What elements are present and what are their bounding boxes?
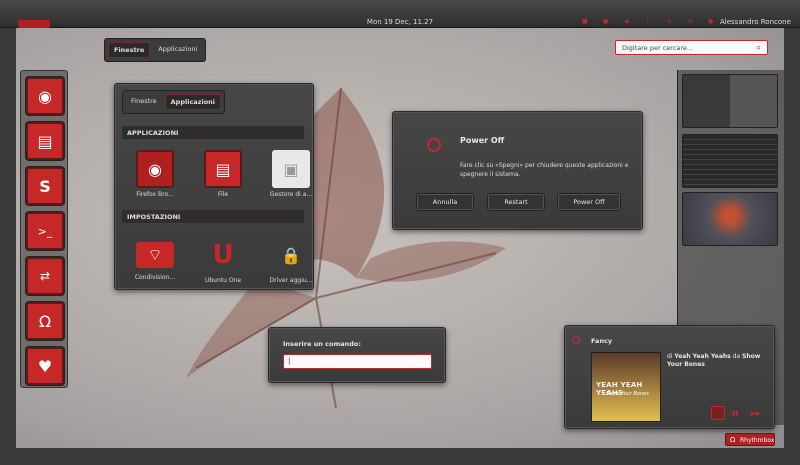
messaging-icon[interactable]: ✉ [688, 18, 693, 25]
panel-tabs: Finestre Applicazioni [122, 90, 226, 114]
app-label: Gestore di a... [269, 191, 313, 198]
files-icon: ▤ [204, 150, 242, 188]
accessibility-icon[interactable]: ♿ [667, 18, 672, 25]
clock[interactable]: Mon 19 Dec, 11.27 [340, 18, 460, 26]
next-button[interactable]: ▶▶ [751, 410, 760, 417]
headphones-icon: Ω [730, 436, 736, 444]
power-off-button[interactable]: Power Off [557, 193, 621, 211]
headphones-icon: Ω [572, 334, 581, 347]
tab-applications[interactable]: Applicazioni [153, 42, 202, 58]
package-icon: ▣ [272, 150, 310, 188]
twitter-icon[interactable]: ♥ [26, 347, 64, 385]
ubuntu-one-icon: U [212, 240, 234, 270]
app-firefox[interactable]: ◉ Firefox Bro... [129, 150, 181, 198]
settings-icon[interactable]: ● [603, 18, 608, 25]
overview-tabs: Finestre Applicazioni [104, 38, 207, 62]
firefox-icon: ◉ [136, 150, 174, 188]
app-label: Driver aggiu... [269, 277, 313, 284]
firefox-icon[interactable]: ◉ [26, 77, 64, 115]
search-icon: ⌕ [756, 43, 761, 52]
run-command-label: Inserire un comando: [283, 340, 361, 348]
tab-windows[interactable]: Finestre [108, 42, 151, 58]
dialog-message: Fare clic su «Spegni» per chiudere quest… [460, 162, 629, 178]
app-label: File [217, 191, 229, 198]
taskbar-rhythmbox[interactable]: Ω Rhythmbox [725, 433, 775, 446]
network-icon[interactable]: ■ [582, 18, 588, 25]
by-prefix: di [667, 353, 673, 360]
restart-button[interactable]: Restart [487, 193, 545, 211]
workspace-3[interactable] [682, 192, 778, 246]
music-notification: Ω Fancy YEAH YEAH YEAHS Show Your Bones … [564, 325, 775, 429]
app-software-manager[interactable]: ▣ Gestore di a... [265, 150, 317, 198]
album-cover: YEAH YEAH YEAHS Show Your Bones [591, 352, 661, 422]
skype-icon[interactable]: S [26, 167, 64, 205]
remote-desktop-icon[interactable]: ⇄ [26, 257, 64, 295]
applications-header: APPLICAZIONI [122, 126, 304, 140]
dialog-title: Power Off [460, 136, 505, 145]
power-off-dialog: Power Off Fare clic su «Spegni» per chiu… [392, 111, 643, 230]
panel-tab-applications[interactable]: Applicazioni [164, 94, 222, 110]
activities-button[interactable] [18, 20, 50, 28]
dock: ◉ ▤ S >_ ⇄ Ω ♥ [20, 70, 68, 388]
workspace-1[interactable] [682, 74, 778, 128]
settings-header: IMPOSTAZIONI [122, 210, 304, 224]
play-pause-button[interactable]: ▮▮ [732, 410, 739, 417]
track-info: di Yeah Yeah Yeahs da Show Your Bones [667, 353, 767, 369]
app-files[interactable]: ▤ File [197, 150, 249, 198]
app-drivers[interactable]: 🔒 Driver aggiu... [265, 236, 317, 285]
artist-name: Yeah Yeah Yeahs [674, 353, 731, 360]
app-label: Ubuntu One [204, 277, 242, 284]
panel-tab-windows[interactable]: Finestre [126, 94, 162, 110]
app-ubuntu-one[interactable]: U Ubuntu One [197, 236, 249, 284]
files-icon[interactable]: ▤ [26, 122, 64, 160]
terminal-icon[interactable]: >_ [26, 212, 64, 250]
app-sharing[interactable]: ⌔ Condivision... [129, 236, 181, 281]
cover-subtitle: Show Your Bones [606, 391, 649, 397]
app-label: Condivision... [134, 274, 176, 281]
volume-icon[interactable]: ◀ [624, 18, 629, 25]
previous-button[interactable] [711, 406, 725, 420]
track-title: Fancy [591, 337, 613, 345]
taskbar-label: Rhythmbox [740, 437, 775, 444]
bluetooth-icon[interactable]: ᛒ [646, 18, 650, 25]
search-input[interactable]: Digitare per cercare... ⌕ [615, 40, 768, 55]
headphones-icon[interactable]: Ω [26, 302, 64, 340]
app-label: Firefox Bro... [136, 191, 174, 198]
power-icon [427, 138, 441, 152]
from-prefix: da [732, 353, 741, 360]
command-input[interactable]: | [283, 354, 432, 369]
driver-lock-icon: 🔒 [281, 245, 301, 265]
run-command-dialog: Inserire un comando: | [268, 327, 446, 383]
user-menu[interactable]: Alessandro Roncone [720, 18, 791, 26]
top-panel: Mon 19 Dec, 11.27 ■ ● ◀ ᛒ ♿ ✉ ● Alessand… [0, 0, 800, 28]
cancel-button[interactable]: Annulla [416, 193, 474, 211]
folder-share-icon: ⌔ [136, 242, 174, 268]
user-status-icon[interactable]: ● [708, 18, 713, 25]
workspace-2[interactable] [682, 134, 778, 188]
search-placeholder: Digitare per cercare... [622, 44, 694, 52]
applications-panel: Finestre Applicazioni APPLICAZIONI ◉ Fir… [114, 83, 314, 290]
